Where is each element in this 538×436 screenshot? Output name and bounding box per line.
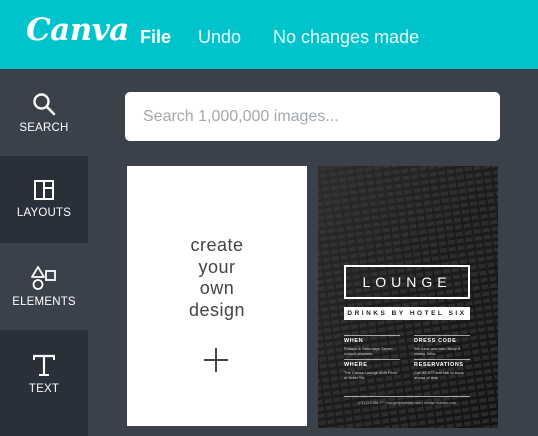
save-status: No changes made bbox=[273, 27, 420, 47]
canva-logo[interactable]: Canva bbox=[26, 12, 129, 48]
template-card-lounge[interactable]: LOUNGE DRINKS BY HOTEL SIX WHEN Fridays … bbox=[318, 166, 498, 428]
divider bbox=[344, 396, 470, 397]
sidebar-item-label: SEARCH bbox=[19, 122, 69, 134]
sidebar-item-label: TEXT bbox=[28, 383, 60, 395]
text-icon bbox=[33, 354, 55, 376]
file-menu[interactable]: File bbox=[140, 27, 171, 48]
undo-button[interactable]: Undo bbox=[198, 27, 241, 48]
dress-code-heading: DRESS CODE bbox=[414, 338, 457, 344]
sidebar-item-search[interactable]: SEARCH bbox=[0, 69, 88, 156]
create-design-label: create your own design bbox=[188, 235, 246, 320]
where-text: The Canva Lounge 55th Floor of Hotel Six bbox=[344, 370, 398, 380]
sidebar: SEARCH LAYOUTS ELEMENTS TEXT bbox=[0, 69, 88, 436]
reservations-text: Call 95 677 and talk to book ahead of ti… bbox=[414, 370, 464, 380]
sidebar-item-elements[interactable]: ELEMENTS bbox=[0, 243, 88, 330]
divider bbox=[414, 359, 470, 360]
divider bbox=[414, 335, 470, 336]
elements-icon bbox=[31, 266, 56, 290]
when-text: Fridays & Saturdays Seven o'clock onward… bbox=[344, 346, 393, 356]
image-search-input[interactable] bbox=[125, 92, 500, 141]
template-subtitle: DRINKS BY HOTEL SIX bbox=[344, 307, 470, 320]
when-heading: WHEN bbox=[344, 338, 364, 344]
template-footer: (07) 123 456 77 | lounge@hotelsix.com | … bbox=[358, 401, 456, 405]
divider bbox=[344, 359, 400, 360]
sidebar-item-label: ELEMENTS bbox=[12, 296, 76, 308]
create-design-card[interactable]: create your own design bbox=[127, 166, 307, 426]
top-bar: Canva File Undo No changes made bbox=[0, 0, 538, 69]
sidebar-item-text[interactable]: TEXT bbox=[0, 330, 88, 418]
design-panel: create your own design bbox=[88, 69, 538, 436]
where-heading: WHERE bbox=[344, 362, 368, 368]
search-icon bbox=[33, 93, 56, 116]
divider bbox=[344, 335, 400, 336]
template-title: LOUNGE bbox=[362, 274, 452, 290]
sidebar-item-label: LAYOUTS bbox=[16, 207, 72, 219]
reservations-heading: RESERVATIONS bbox=[414, 362, 464, 368]
layouts-icon bbox=[34, 180, 54, 200]
plus-icon bbox=[204, 348, 228, 372]
dress-code-text: We have one rule: Keep it classy, folks. bbox=[414, 346, 460, 356]
sidebar-item-layouts[interactable]: LAYOUTS bbox=[0, 156, 88, 243]
